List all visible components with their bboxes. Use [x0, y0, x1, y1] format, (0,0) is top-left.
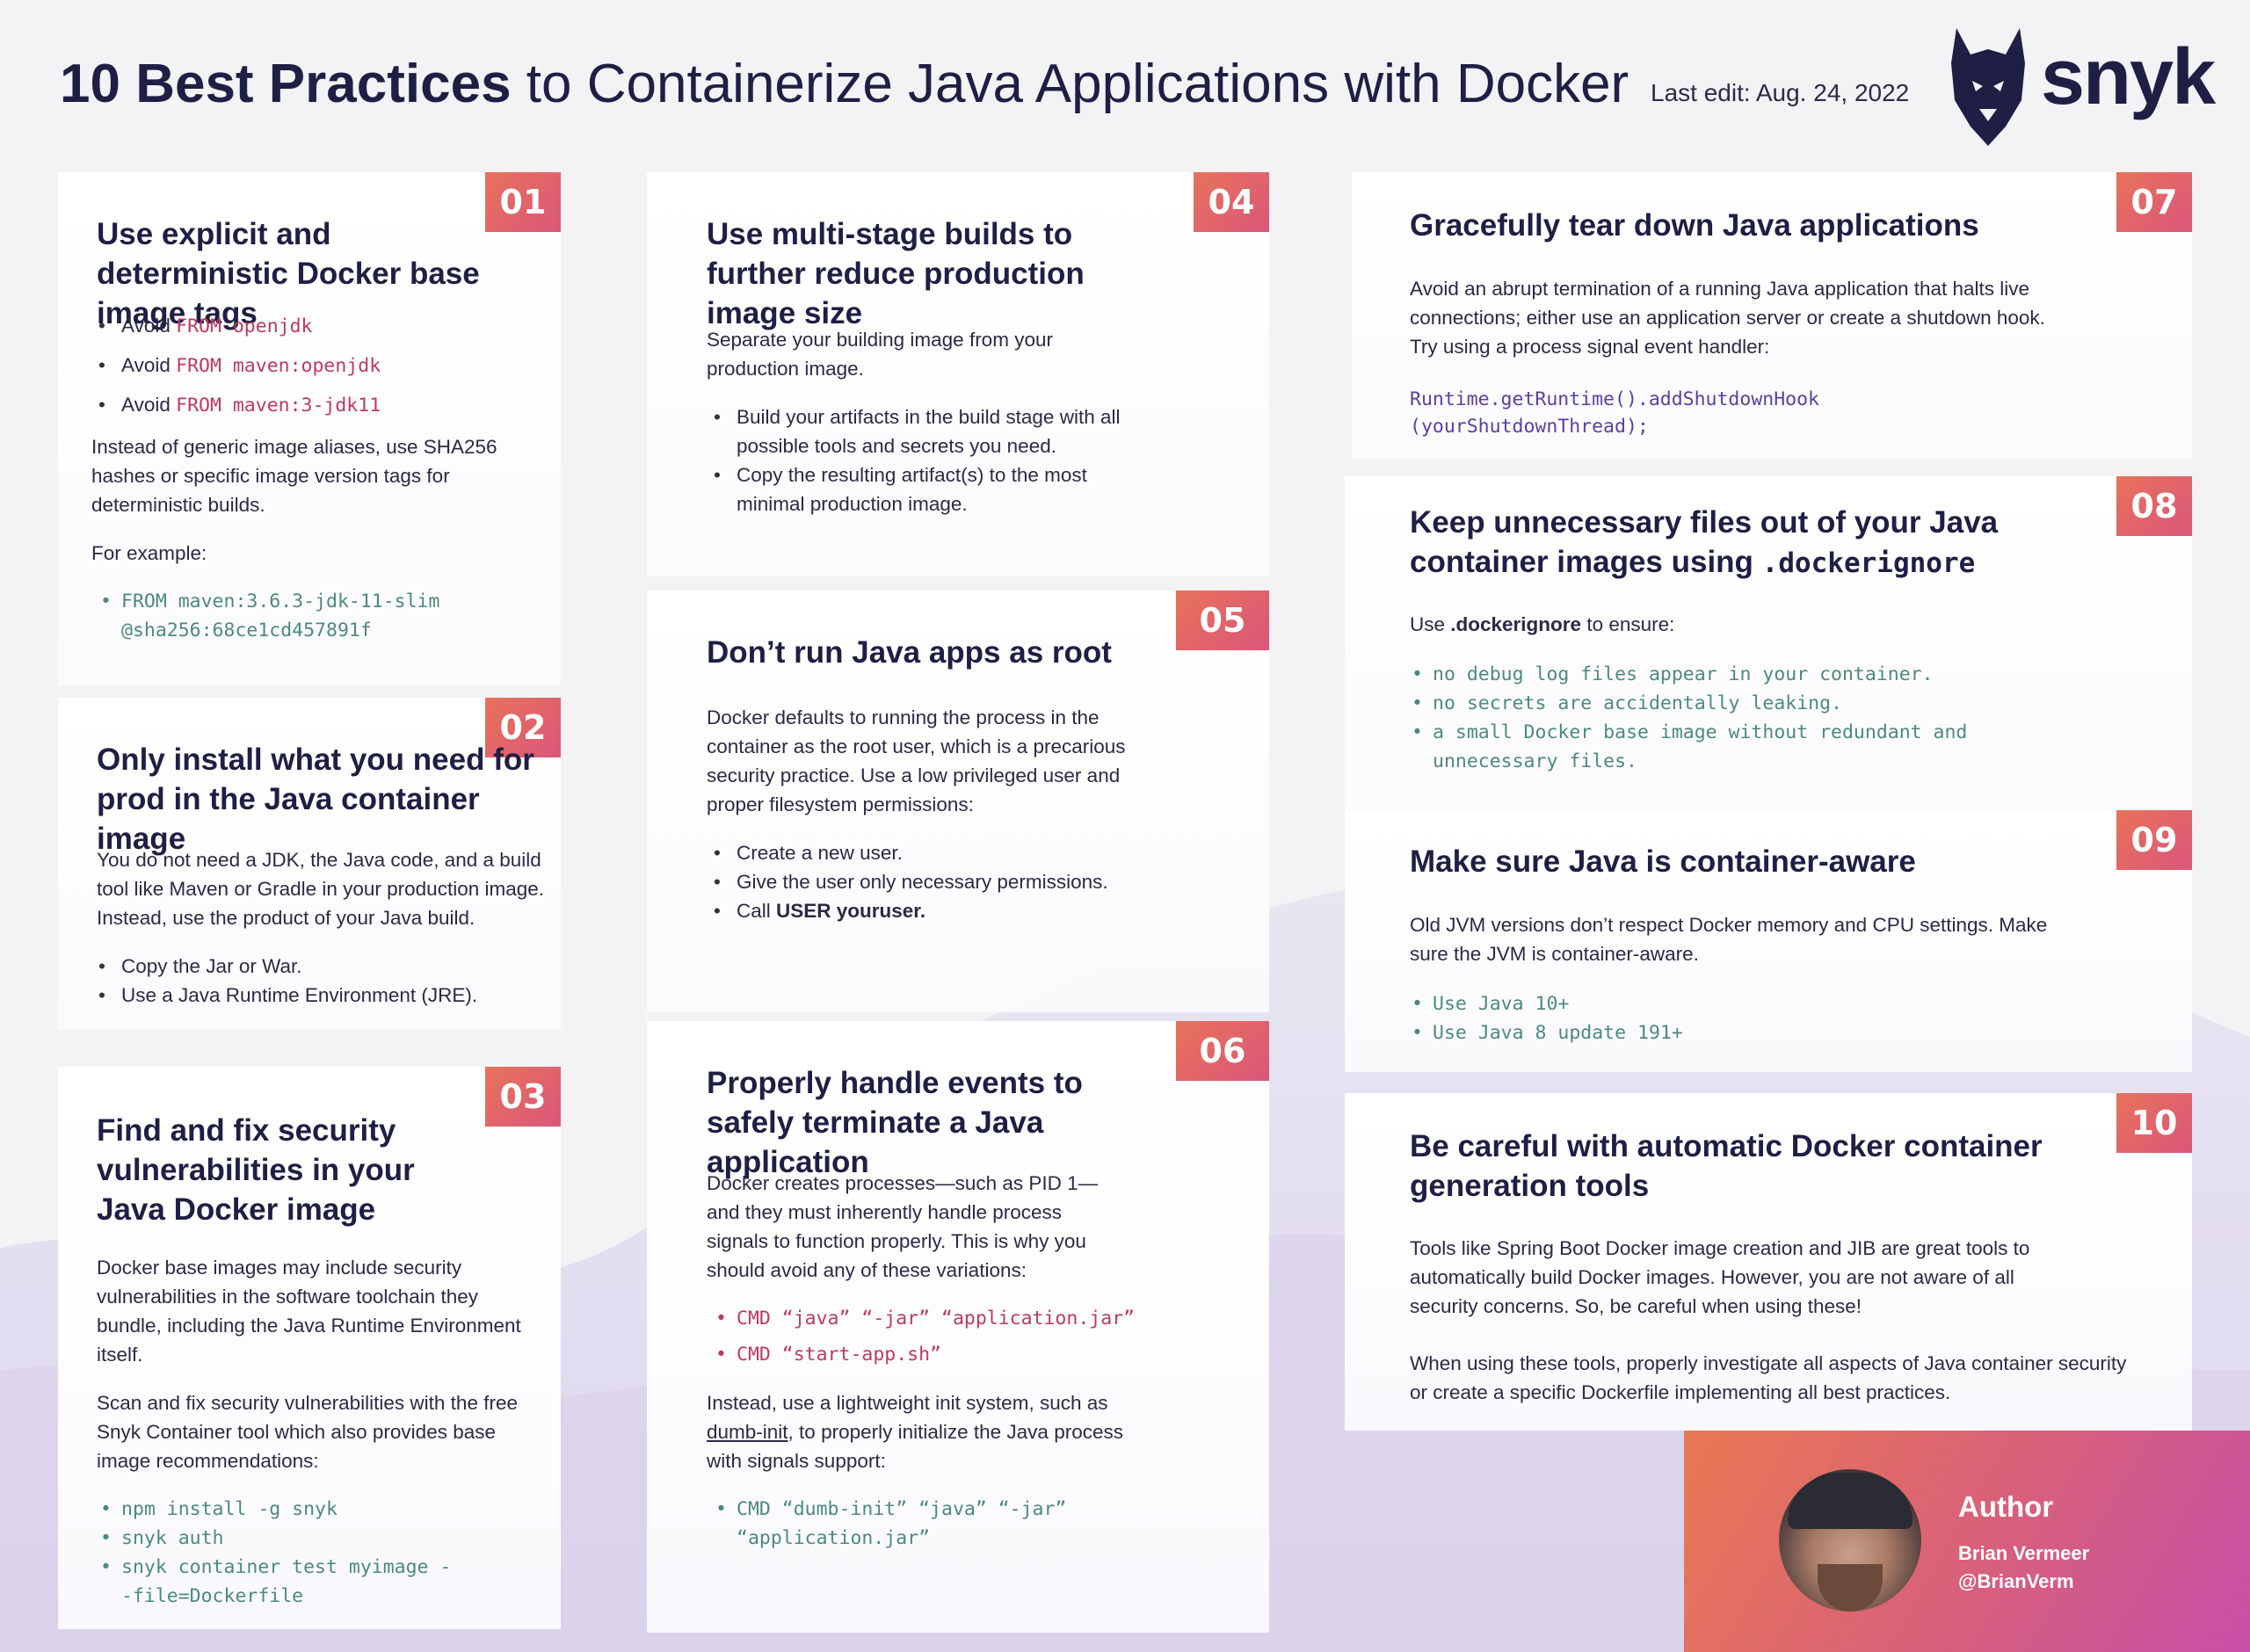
card-title: Use multi-stage builds to further reduce…	[707, 217, 1085, 330]
card-06: 06 Properly handle events to safely term…	[647, 1021, 1269, 1633]
card-title: Make sure Java is container-aware	[1410, 844, 1916, 879]
beard-shape	[1818, 1564, 1883, 1612]
list-item: Call USER youruser.	[707, 896, 1146, 925]
doberman-logo-icon	[1951, 28, 2025, 146]
card-body: Instead of generic image aliases, use SH…	[91, 436, 497, 516]
card-list: Copy the Jar or War. Use a Java Runtime …	[91, 952, 554, 1010]
card-number-badge: 10	[2116, 1093, 2192, 1153]
page-title: 10 Best Practices to Containerize Java A…	[60, 49, 1629, 120]
list-item: Avoid FROM maven:openjdk	[91, 351, 531, 380]
card-body: You do not need a JDK, the Java code, an…	[97, 849, 545, 929]
shutdown-hook-code-2: (yourShutdownThread);	[1410, 416, 1649, 438]
dumb-init-link[interactable]: dumb-init	[707, 1421, 788, 1443]
card-body: Separate your building image from your p…	[707, 329, 1053, 380]
cap-shape	[1788, 1473, 1912, 1529]
card-body: Docker base images may include security …	[97, 1257, 521, 1366]
card-title: Be careful with automatic Docker contain…	[1410, 1129, 2043, 1203]
card-07: 07 Gracefully tear down Java application…	[1352, 172, 2192, 459]
code-line: CMD “java” “-jar” “application.jar”	[707, 1304, 1164, 1333]
card-number-badge: 08	[2116, 476, 2192, 536]
dockerignore-list: no debug log files appear in your contai…	[1403, 660, 2018, 776]
card-title: Only install what you need for prod in t…	[97, 743, 534, 856]
card-04: 04 Use multi-stage builds to further red…	[647, 172, 1269, 576]
card-body: Docker defaults to running the process i…	[707, 706, 1126, 815]
card-title: Don’t run Java apps as root	[707, 635, 1112, 670]
header: 10 Best Practices to Containerize Java A…	[60, 28, 2216, 146]
list-item: Give the user only necessary permissions…	[707, 867, 1146, 896]
card-03: 03 Find and fix security vulnerabilities…	[58, 1067, 561, 1629]
list-item: Avoid FROM openjdk	[91, 311, 531, 341]
card-body: Docker creates processes—such as PID 1—a…	[707, 1172, 1099, 1281]
example-code-list: FROM maven:3.6.3-jdk-11-slim@sha256:68ce…	[91, 587, 443, 645]
card-number-badge: 07	[2116, 172, 2192, 232]
code-line: Use Java 10+	[1403, 989, 2060, 1018]
card-body: Tools like Spring Boot Docker image crea…	[1410, 1237, 2030, 1317]
code-line: snyk container test myimage --file=Docke…	[91, 1553, 461, 1611]
code-line: npm install -g snyk	[91, 1495, 461, 1524]
avoid-list: Avoid FROM openjdk Avoid FROM maven:open…	[91, 311, 531, 420]
example-code: FROM maven:3.6.3-jdk-11-slim@sha256:68ce…	[91, 587, 443, 645]
card-list: Build your artifacts in the build stage …	[707, 402, 1129, 518]
card-01: 01 Use explicit and deterministic Docker…	[58, 172, 561, 685]
snyk-logo: snyk	[1948, 25, 2250, 148]
card-08: 08 Keep unnecessary files out of your Ja…	[1345, 476, 2192, 810]
card-number-badge: 03	[485, 1067, 561, 1127]
card-02: 02 Only install what you need for prod i…	[58, 698, 561, 1030]
code-line: CMD “dumb-init” “java” “-jar” “applicati…	[707, 1495, 1093, 1553]
example-label: For example:	[91, 542, 207, 564]
list-item: Build your artifacts in the build stage …	[707, 402, 1129, 460]
code-line: no secrets are accidentally leaking.	[1403, 689, 2018, 718]
shutdown-hook-code: Runtime.getRuntime().addShutdownHook	[1410, 388, 1819, 410]
code-line: a small Docker base image without redund…	[1403, 718, 2018, 776]
good-cmd-list: CMD “dumb-init” “java” “-jar” “applicati…	[707, 1495, 1093, 1553]
snyk-logo-text: snyk	[2041, 33, 2216, 121]
author-label: Author	[1958, 1490, 2054, 1523]
card-list: Create a new user. Give the user only ne…	[707, 838, 1146, 925]
card-body: Avoid an abrupt termination of a running…	[1410, 278, 2045, 358]
code-line: Use Java 8 update 191+	[1403, 1018, 2060, 1047]
card-10: 10 Be careful with automatic Docker cont…	[1345, 1093, 2192, 1431]
list-item: Use a Java Runtime Environment (JRE).	[91, 981, 554, 1010]
card-body: Old JVM versions don’t respect Docker me…	[1410, 914, 2048, 965]
code-line: CMD “start-app.sh”	[707, 1340, 1164, 1369]
card-body: Use .dockerignore to ensure:	[1410, 613, 1675, 635]
avoid-cmd-list: CMD “java” “-jar” “application.jar” CMD …	[707, 1304, 1164, 1369]
page-title-bold: 10 Best Practices	[60, 54, 512, 114]
card-body-2: When using these tools, properly investi…	[1410, 1352, 2127, 1403]
card-09: 09 Make sure Java is container-aware Old…	[1345, 810, 2192, 1072]
author-handle[interactable]: @BrianVerm	[1958, 1568, 2074, 1596]
list-item: Avoid FROM maven:3-jdk11	[91, 390, 531, 420]
card-title: Keep unnecessary files out of your Java …	[1410, 505, 1999, 579]
card-title: Properly handle events to safely termina…	[707, 1066, 1083, 1179]
author-avatar	[1779, 1469, 1921, 1612]
card-number-badge: 04	[1194, 172, 1269, 232]
page-title-rest: to Containerize Java Applications with D…	[511, 54, 1629, 114]
snyk-command-list: npm install -g snyk snyk auth snyk conta…	[91, 1495, 461, 1611]
card-body-2: Instead, use a lightweight init system, …	[707, 1392, 1123, 1472]
list-item: Copy the Jar or War.	[91, 952, 554, 981]
card-number-badge: 09	[2116, 810, 2192, 870]
java-version-list: Use Java 10+ Use Java 8 update 191+	[1403, 989, 2060, 1047]
list-item: Create a new user.	[707, 838, 1146, 867]
list-item: Copy the resulting artifact(s) to the mo…	[707, 460, 1129, 518]
card-05: 05 Don’t run Java apps as root Docker de…	[647, 591, 1269, 1012]
card-number-badge: 06	[1176, 1021, 1269, 1081]
last-edit-date: Last edit: Aug. 24, 2022	[1651, 79, 1910, 106]
card-body-2: Scan and fix security vulnerabilities wi…	[97, 1392, 518, 1472]
card-title: Find and fix security vulnerabilities in…	[97, 1113, 415, 1227]
card-title: Gracefully tear down Java applications	[1410, 208, 1979, 243]
code-line: snyk auth	[91, 1524, 461, 1553]
author-name: Brian Vermeer	[1958, 1542, 2090, 1564]
code-line: no debug log files appear in your contai…	[1403, 660, 2018, 689]
author-panel: Author Brian Vermeer @BrianVerm	[1684, 1431, 2250, 1652]
